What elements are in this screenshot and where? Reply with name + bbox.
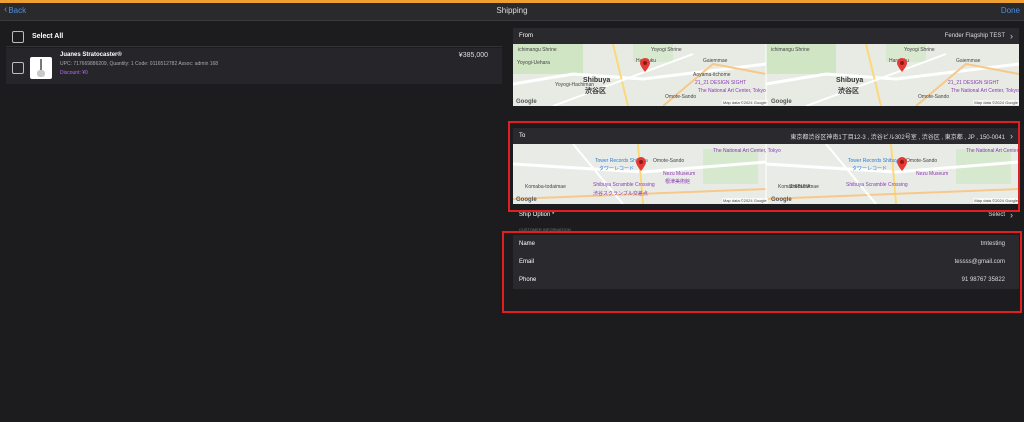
- map-label: 渋谷区: [838, 88, 859, 95]
- select-all-row[interactable]: Select All: [6, 27, 502, 47]
- from-map[interactable]: ichimangu Shrine Yoyogi Shrine Harajuku …: [513, 44, 1019, 106]
- map-label: ichimangu Shrine: [518, 47, 557, 53]
- map-label: Gaiemmae: [956, 58, 981, 64]
- product-discount: Discount: ¥0: [60, 70, 88, 76]
- product-details: UPC: 717669886209, Quantity: 1 Code: 011…: [60, 61, 219, 67]
- map-label: Gaiemmae: [703, 58, 728, 64]
- navigation-bar: ‹ Back Shipping Done: [0, 3, 1024, 21]
- from-section[interactable]: From Fender Flagship TEST › ichimangu Sh…: [513, 28, 1019, 106]
- map-attribution: Map data ©2024 Google: [973, 100, 1019, 105]
- product-name: Juanes Stratocaster®: [60, 52, 122, 58]
- to-highlight-box: [508, 121, 1020, 212]
- map-label: 21_21 DESIGN SIGHT: [948, 80, 1000, 86]
- location-pin-icon: [640, 58, 650, 72]
- map-attribution: Map data ©2024 Google: [722, 100, 768, 105]
- ship-option-label: Ship Option *: [519, 212, 555, 218]
- list-item[interactable]: Juanes Stratocaster® UPC: 717669886209, …: [6, 48, 502, 84]
- items-panel: Select All Juanes Stratocaster® UPC: 717…: [6, 27, 502, 84]
- map-label: Shibuya: [836, 77, 864, 84]
- chevron-right-icon: ›: [1010, 31, 1013, 41]
- map-label: Yoyogi-Hachiman: [555, 82, 595, 88]
- map-label: The National Art Center, Tokyo: [698, 88, 766, 94]
- map-label: The National Art Center, Tokyo: [951, 88, 1019, 94]
- ship-option-value: Select: [988, 212, 1005, 218]
- map-label: Yoyogi Shrine: [904, 47, 935, 53]
- map-label: Aoyama-itchome: [693, 72, 731, 78]
- google-logo: Google: [516, 99, 537, 105]
- select-all-checkbox[interactable]: [12, 30, 24, 43]
- map-label: Yoyogi Shrine: [651, 47, 682, 53]
- product-price: ¥385,000: [458, 52, 488, 59]
- location-pin-icon: [897, 58, 907, 72]
- google-logo: Google: [771, 99, 792, 105]
- map-label: Yoyogi-Uehara: [517, 60, 550, 66]
- from-label: From: [519, 33, 533, 39]
- map-label: 21_21 DESIGN SIGHT: [695, 80, 747, 86]
- from-value: Fender Flagship TEST: [944, 33, 1005, 39]
- map-label: Omote-Sando: [918, 94, 950, 100]
- map-label: ichimangu Shrine: [771, 47, 810, 53]
- item-checkbox[interactable]: [12, 62, 24, 74]
- customer-highlight-box: [502, 231, 1022, 313]
- page-title: Shipping: [496, 6, 528, 15]
- map-label: Omote-Sando: [665, 94, 697, 100]
- select-all-label: Select All: [32, 33, 64, 40]
- done-button[interactable]: Done: [1001, 6, 1020, 15]
- guitar-thumbnail: [30, 57, 52, 79]
